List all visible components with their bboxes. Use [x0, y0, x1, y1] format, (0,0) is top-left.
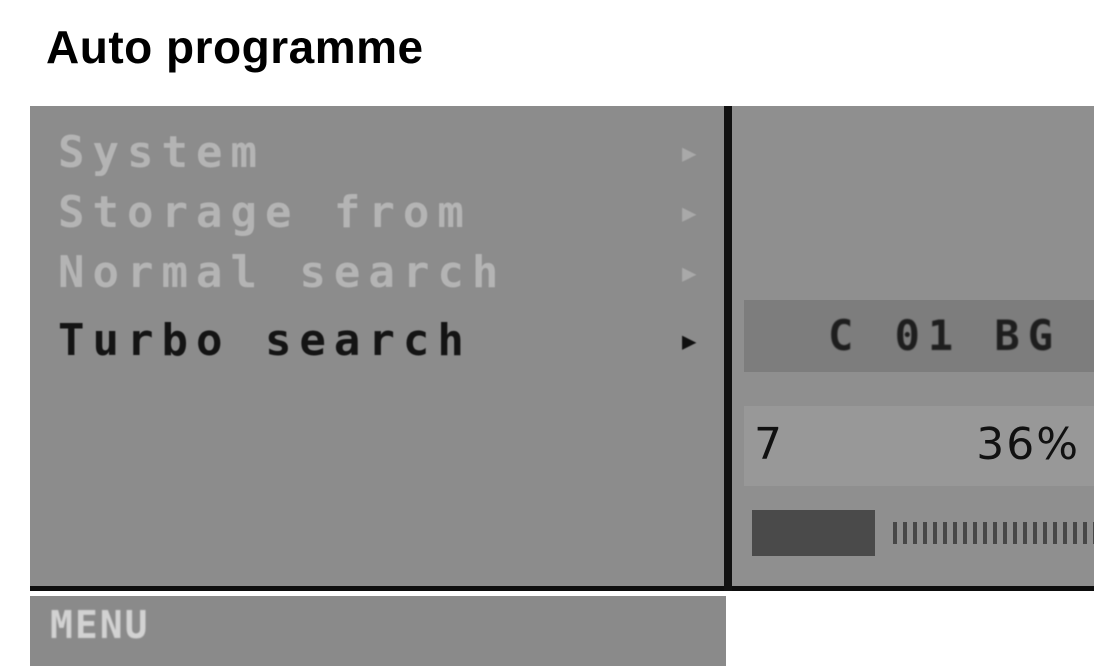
arrow-right-icon: ▶ — [682, 139, 697, 167]
menu-button[interactable]: MENU — [50, 596, 150, 654]
search-status-panel: C 01 BG 7 36% — [732, 106, 1094, 591]
auto-programme-osd: System ▶ Storage from ▶ Normal search ▶ … — [30, 106, 1094, 672]
progress-bar-fill — [752, 510, 875, 556]
progress-percent: 36% — [976, 419, 1080, 470]
menu-item-label: System — [58, 127, 265, 178]
arrow-right-icon: ▶ — [682, 327, 697, 355]
menu-item-label: Normal search — [58, 247, 507, 298]
menu-item-system[interactable]: System ▶ — [58, 124, 718, 182]
menu-item-normal-search[interactable]: Normal search ▶ — [58, 244, 718, 302]
page-title: Auto programme — [46, 21, 424, 73]
progress-readout: 7 36% — [744, 406, 1094, 486]
menu-item-label: Storage from — [58, 187, 472, 238]
arrow-right-icon: ▶ — [682, 199, 697, 227]
panel-divider — [724, 106, 732, 591]
progress-bar-track — [893, 522, 1094, 544]
menu-item-storage-from[interactable]: Storage from ▶ — [58, 184, 718, 242]
menu-footer: MENU — [30, 596, 726, 666]
channel-code: C 01 BG — [828, 311, 1062, 360]
progress-bar — [752, 510, 1094, 556]
menu-panel: System ▶ Storage from ▶ Normal search ▶ … — [30, 106, 724, 591]
menu-item-label: Turbo search — [58, 315, 472, 366]
found-channel-count: 7 — [754, 419, 782, 470]
channel-band: C 01 BG — [744, 300, 1094, 372]
arrow-right-icon: ▶ — [682, 259, 697, 287]
menu-item-turbo-search[interactable]: Turbo search ▶ — [58, 312, 718, 370]
